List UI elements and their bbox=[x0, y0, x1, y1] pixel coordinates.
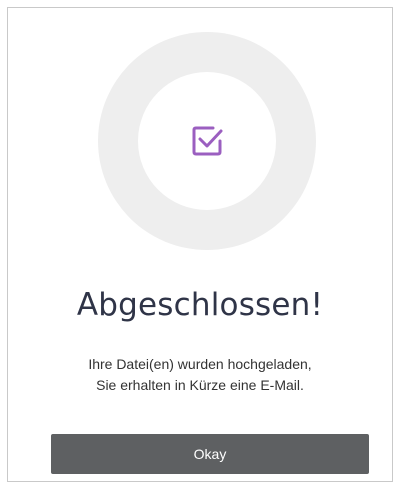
status-ring bbox=[98, 32, 316, 250]
checkbox-checked-icon bbox=[192, 126, 223, 156]
okay-button[interactable]: Okay bbox=[51, 434, 369, 474]
message-line-1: Ihre Datei(en) wurden hochgeladen, bbox=[88, 356, 312, 372]
upload-complete-dialog: Abgeschlossen! Ihre Datei(en) wurden hoc… bbox=[7, 7, 393, 482]
status-ring-center bbox=[138, 72, 276, 210]
dialog-title: Abgeschlossen! bbox=[76, 287, 324, 323]
message-line-2: Sie erhalten in Kürze eine E-Mail. bbox=[96, 377, 304, 393]
dialog-message: Ihre Datei(en) wurden hochgeladen, Sie e… bbox=[8, 354, 392, 396]
